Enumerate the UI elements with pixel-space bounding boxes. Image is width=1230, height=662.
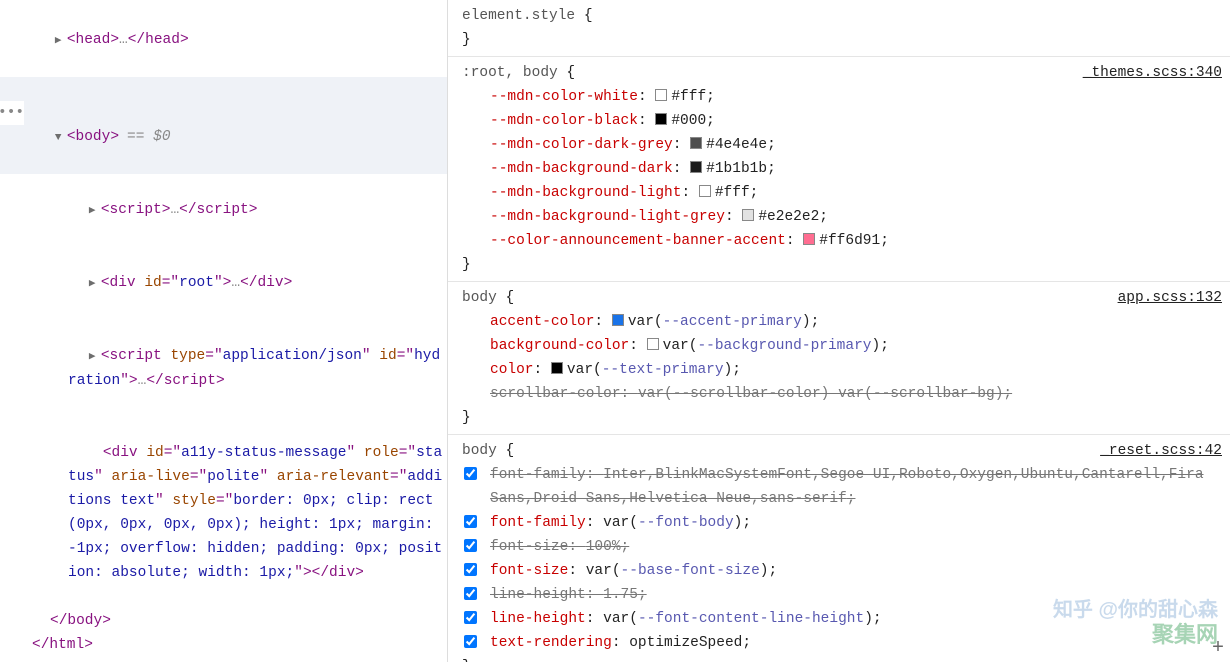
color-swatch-icon[interactable]: [803, 233, 815, 245]
elements-panel[interactable]: ▶<head>…</head> ••• ▼<body>== $0 ▶<scrip…: [0, 0, 448, 662]
dom-head[interactable]: ▶<head>…</head>: [0, 4, 447, 77]
overflow-dots-icon[interactable]: •••: [0, 101, 24, 125]
css-declaration[interactable]: --mdn-background-light: #fff;: [462, 181, 1222, 205]
dom-body-close[interactable]: </body>: [0, 609, 447, 633]
selector[interactable]: body: [462, 443, 497, 459]
css-declaration[interactable]: --mdn-color-black: #000;: [462, 109, 1222, 133]
css-declaration[interactable]: --mdn-color-white: #fff;: [462, 85, 1222, 109]
source-link[interactable]: _reset.scss:42: [1100, 439, 1222, 463]
css-declaration[interactable]: background-color: var(--background-prima…: [462, 334, 1222, 358]
css-declaration[interactable]: line-height: 1.75;: [462, 583, 1222, 607]
rule-reset[interactable]: body { _reset.scss:42 font-family: Inter…: [448, 435, 1230, 662]
color-swatch-icon[interactable]: [551, 362, 563, 374]
toggle-property-checkbox[interactable]: [464, 611, 477, 624]
css-declaration[interactable]: text-rendering: optimizeSpeed;: [462, 631, 1222, 655]
css-declaration[interactable]: color: var(--text-primary);: [462, 358, 1222, 382]
source-link[interactable]: _themes.scss:340: [1083, 61, 1222, 85]
css-declaration[interactable]: font-size: 100%;: [462, 535, 1222, 559]
source-link[interactable]: app.scss:132: [1118, 286, 1222, 310]
toggle-property-checkbox[interactable]: [464, 635, 477, 648]
selector[interactable]: :root, body: [462, 65, 558, 81]
color-swatch-icon[interactable]: [699, 185, 711, 197]
dom-html-close[interactable]: </html>: [0, 633, 447, 657]
css-declaration[interactable]: --mdn-color-dark-grey: #4e4e4e;: [462, 133, 1222, 157]
selector[interactable]: body: [462, 290, 497, 306]
css-declaration[interactable]: accent-color: var(--accent-primary);: [462, 310, 1222, 334]
expand-arrow-icon[interactable]: ▶: [55, 29, 67, 53]
color-swatch-icon[interactable]: [612, 314, 624, 326]
add-rule-button[interactable]: +: [1212, 637, 1224, 660]
expand-arrow-icon[interactable]: ▶: [89, 272, 101, 296]
css-declaration[interactable]: font-family: var(--font-body);: [462, 511, 1222, 535]
dom-div-root[interactable]: ▶<div id="root">…</div>: [0, 247, 447, 320]
rule-app[interactable]: body { app.scss:132 accent-color: var(--…: [448, 282, 1230, 435]
collapse-arrow-icon[interactable]: ▼: [55, 126, 67, 150]
css-declaration[interactable]: scrollbar-color: var(--scrollbar-color) …: [462, 382, 1222, 406]
dom-body-selected[interactable]: ••• ▼<body>== $0: [0, 77, 447, 174]
expand-arrow-icon[interactable]: ▶: [89, 345, 101, 369]
color-swatch-icon[interactable]: [690, 137, 702, 149]
color-swatch-icon[interactable]: [742, 209, 754, 221]
color-swatch-icon[interactable]: [655, 89, 667, 101]
toggle-property-checkbox[interactable]: [464, 587, 477, 600]
expand-arrow-icon[interactable]: ▶: [89, 199, 101, 223]
selector[interactable]: element.style: [462, 8, 575, 24]
dom-div-a11y[interactable]: <div id="a11y-status-message" role="stat…: [0, 417, 447, 609]
color-swatch-icon[interactable]: [690, 161, 702, 173]
css-declaration[interactable]: font-size: var(--base-font-size);: [462, 559, 1222, 583]
toggle-property-checkbox[interactable]: [464, 563, 477, 576]
color-swatch-icon[interactable]: [647, 338, 659, 350]
css-declaration[interactable]: font-family: Inter,BlinkMacSystemFont,Se…: [462, 463, 1222, 511]
dom-script-1[interactable]: ▶<script>…</script>: [0, 174, 447, 247]
color-swatch-icon[interactable]: [655, 113, 667, 125]
toggle-property-checkbox[interactable]: [464, 515, 477, 528]
toggle-property-checkbox[interactable]: [464, 539, 477, 552]
rule-themes[interactable]: :root, body { _themes.scss:340 --mdn-col…: [448, 57, 1230, 282]
css-declaration[interactable]: line-height: var(--font-content-line-hei…: [462, 607, 1222, 631]
styles-panel[interactable]: element.style { } :root, body { _themes.…: [448, 0, 1230, 662]
toggle-property-checkbox[interactable]: [464, 467, 477, 480]
css-declaration[interactable]: --color-announcement-banner-accent: #ff6…: [462, 229, 1222, 253]
selection-hint: == $0: [127, 129, 171, 145]
dom-script-hydration[interactable]: ▶<script type="application/json" id="hyd…: [0, 320, 447, 417]
rule-element-style[interactable]: element.style { }: [448, 0, 1230, 57]
css-declaration[interactable]: --mdn-background-light-grey: #e2e2e2;: [462, 205, 1222, 229]
css-declaration[interactable]: --mdn-background-dark: #1b1b1b;: [462, 157, 1222, 181]
